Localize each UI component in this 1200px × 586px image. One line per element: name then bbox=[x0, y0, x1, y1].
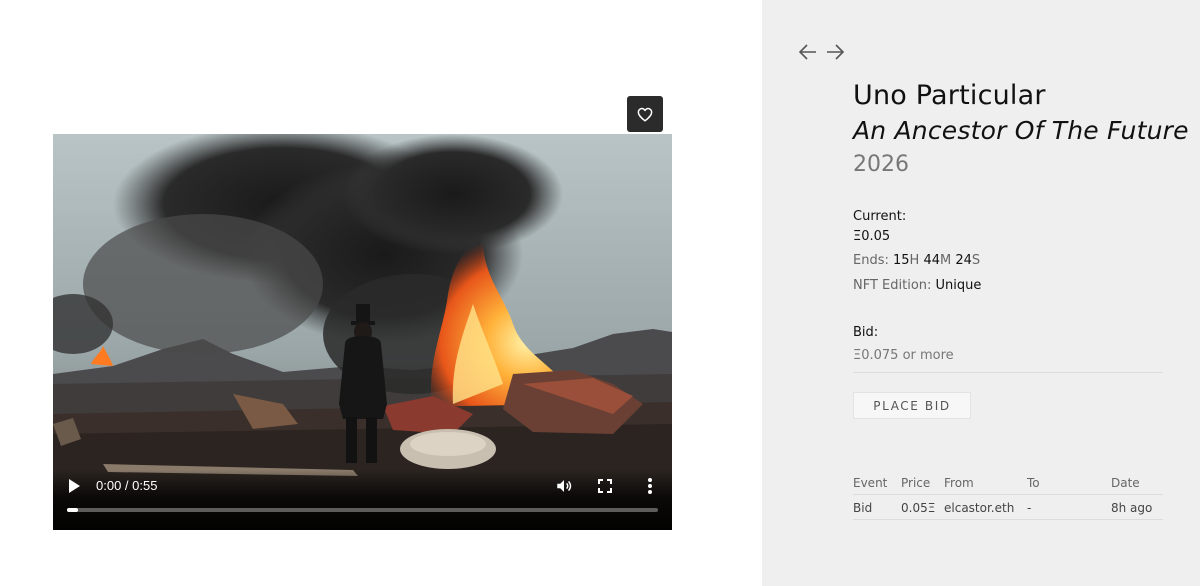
favorite-button[interactable] bbox=[627, 96, 663, 132]
place-bid-button[interactable]: PLACE BID bbox=[853, 392, 971, 419]
nft-edition: NFT Edition: Unique bbox=[853, 278, 981, 293]
history-cell-from[interactable]: elcastor.eth bbox=[944, 501, 1014, 515]
history-header-event: Event bbox=[853, 476, 888, 490]
ends-minutes: 44 bbox=[923, 253, 941, 268]
arrow-left-icon[interactable] bbox=[798, 42, 818, 62]
history-header-divider bbox=[853, 494, 1163, 495]
history-cell-date: 8h ago bbox=[1111, 501, 1153, 515]
video-time: 0:00 / 0:55 bbox=[96, 478, 158, 493]
more-vertical-icon[interactable] bbox=[647, 477, 653, 495]
ends-seconds: 24 bbox=[955, 253, 972, 268]
heart-icon bbox=[637, 107, 653, 122]
history-cell-event: Bid bbox=[853, 501, 873, 515]
video-player[interactable]: 0:00 / 0:55 bbox=[53, 134, 672, 530]
edition-value: Unique bbox=[935, 278, 982, 293]
bid-input[interactable]: Ξ0.075 or more bbox=[853, 348, 954, 363]
bid-label: Bid: bbox=[853, 325, 879, 340]
history-header-from: From bbox=[944, 476, 974, 490]
artist-name[interactable]: Uno Particular bbox=[853, 80, 1046, 111]
auction-countdown: Ends: 15H 44M 24S bbox=[853, 253, 980, 268]
history-header-to: To bbox=[1027, 476, 1040, 490]
video-progress-fill bbox=[67, 508, 78, 512]
ends-label: Ends: bbox=[853, 253, 889, 268]
edition-label: NFT Edition: bbox=[853, 278, 932, 293]
ends-hours: 15 bbox=[893, 253, 910, 268]
history-cell-to: - bbox=[1027, 501, 1032, 515]
current-price: Ξ0.05 bbox=[853, 229, 891, 244]
arrow-right-icon[interactable] bbox=[825, 42, 845, 62]
fullscreen-icon[interactable] bbox=[598, 479, 612, 493]
history-cell-price: 0.05Ξ bbox=[901, 501, 936, 515]
ends-hours-unit: H bbox=[909, 253, 920, 268]
artwork-year: 2026 bbox=[853, 152, 909, 177]
ends-minutes-unit: M bbox=[940, 253, 952, 268]
video-progress-bar[interactable] bbox=[67, 508, 658, 512]
history-header-price: Price bbox=[901, 476, 931, 490]
ends-seconds-unit: S bbox=[971, 253, 981, 268]
play-icon[interactable] bbox=[67, 478, 81, 494]
current-label: Current: bbox=[853, 209, 907, 224]
bid-input-underline bbox=[853, 372, 1163, 373]
volume-icon[interactable] bbox=[555, 477, 573, 495]
history-row-divider bbox=[853, 519, 1163, 520]
history-header-date: Date bbox=[1111, 476, 1140, 490]
artwork-title: An Ancestor Of The Future bbox=[853, 116, 1189, 145]
